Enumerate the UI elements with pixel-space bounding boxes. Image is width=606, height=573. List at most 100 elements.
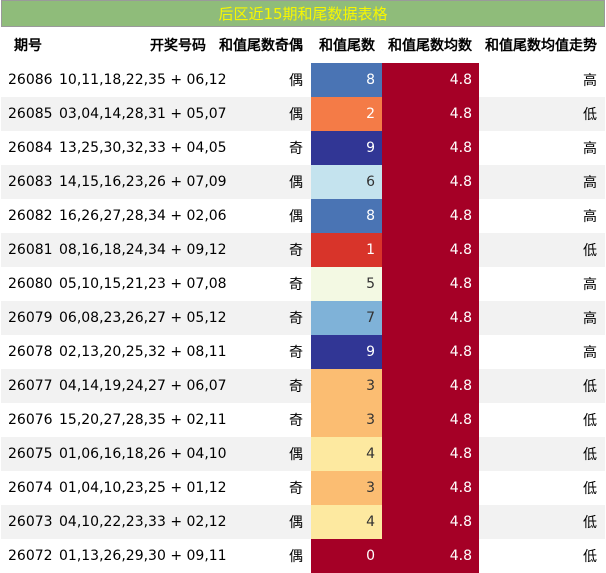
cell-period: 26076 [8,412,53,428]
table-row: 26076 15,20,27,28,35 + 02,11 奇 3 4.8 低 [1,403,605,437]
cell-average: 4.8 [382,97,479,131]
cell-period: 26082 [8,208,53,224]
data-table-container: 后区近15期和尾数据表格 期号 开奖号码 和值尾数奇偶 和值尾数 和值尾数均数 … [1,0,605,573]
cell-numbers: 14,15,16,23,26 + 07,09 [55,165,227,199]
cell-trend: 低 [479,97,605,131]
cell-numbers: 10,11,18,22,35 + 06,12 [59,72,227,88]
cell-average: 4.8 [382,471,479,505]
cell-period: 26080 [8,276,53,292]
table-row: 26079 06,08,23,26,27 + 05,12 奇 7 4.8 高 [1,301,605,335]
cell-digit: 5 [311,267,382,301]
cell-digit: 7 [311,301,382,335]
cell-digit: 2 [311,97,382,131]
cell-period: 26075 [1,437,55,471]
cell-numbers: 01,13,26,29,30 + 09,11 [59,548,227,564]
cell-trend: 低 [479,505,605,539]
table-row: 26086 10,11,18,22,35 + 06,12 偶 8 4.8 高 [1,63,605,97]
cell-numbers: 04,14,19,24,27 + 06,07 [55,369,227,403]
header-parity: 和值尾数奇偶 [219,38,303,54]
table-row: 26080 05,10,15,21,23 + 07,08 奇 5 4.8 高 [1,267,605,301]
cell-digit: 9 [311,335,382,369]
cell-trend: 高 [583,277,597,293]
cell-average: 4.8 [382,505,479,539]
table-row: 26084 13,25,30,32,33 + 04,05 奇 9 4.8 高 [1,131,605,165]
cell-period: 26086 [8,72,53,88]
cell-digit: 9 [311,131,382,165]
header-average: 和值尾数均数 [388,38,472,54]
cell-trend: 高 [583,209,597,225]
cell-digit: 3 [311,403,382,437]
cell-numbers: 03,04,14,28,31 + 05,07 [55,97,227,131]
header-trend: 和值尾数均值走势 [485,38,597,54]
cell-trend: 低 [479,233,605,267]
cell-numbers: 02,13,20,25,32 + 08,11 [59,344,227,360]
cell-trend: 低 [479,369,605,403]
cell-average: 4.8 [382,131,479,165]
cell-trend: 高 [583,73,597,89]
cell-period: 26074 [8,480,53,496]
cell-trend: 高 [479,165,605,199]
cell-trend: 高 [583,345,597,361]
cell-trend: 低 [583,481,597,497]
cell-trend: 高 [583,141,597,157]
cell-numbers: 05,10,15,21,23 + 07,08 [59,276,227,292]
cell-digit: 8 [311,199,382,233]
cell-period: 26081 [1,233,55,267]
header-numbers: 开奖号码 [150,38,206,54]
table-row: 26074 01,04,10,23,25 + 01,12 奇 3 4.8 低 [1,471,605,505]
cell-period: 26072 [8,548,53,564]
cell-numbers: 01,06,16,18,26 + 04,10 [55,437,227,471]
cell-period: 26073 [1,505,55,539]
cell-numbers: 06,08,23,26,27 + 05,12 [55,301,227,335]
cell-average: 4.8 [382,165,479,199]
cell-numbers: 13,25,30,32,33 + 04,05 [59,140,227,156]
table-row: 26073 04,10,22,23,33 + 02,12 偶 4 4.8 低 [1,505,605,539]
cell-trend: 低 [583,549,597,565]
cell-average: 4.8 [382,369,479,403]
cell-average: 4.8 [382,63,479,97]
cell-numbers: 16,26,27,28,34 + 02,06 [59,208,227,224]
cell-digit: 6 [311,165,382,199]
cell-digit: 8 [311,63,382,97]
table-row: 26082 16,26,27,28,34 + 02,06 偶 8 4.8 高 [1,199,605,233]
cell-average: 4.8 [382,437,479,471]
cell-period: 26077 [1,369,55,403]
cell-digit: 3 [311,369,382,403]
cell-numbers: 01,04,10,23,25 + 01,12 [59,480,227,496]
cell-period: 26079 [1,301,55,335]
cell-period: 26078 [8,344,53,360]
table-row: 26075 01,06,16,18,26 + 04,10 偶 4 4.8 低 [1,437,605,471]
cell-average: 4.8 [382,539,479,573]
cell-digit: 4 [311,505,382,539]
cell-average: 4.8 [382,199,479,233]
table-header-row: 期号 开奖号码 和值尾数奇偶 和值尾数 和值尾数均数 和值尾数均值走势 [1,27,605,63]
cell-digit: 3 [311,471,382,505]
table-title: 后区近15期和尾数据表格 [1,0,605,27]
table-row: 26081 08,16,18,24,34 + 09,12 奇 1 4.8 低 [1,233,605,267]
cell-period: 26084 [8,140,53,156]
cell-trend: 高 [479,301,605,335]
table-row: 26078 02,13,20,25,32 + 08,11 奇 9 4.8 高 [1,335,605,369]
cell-average: 4.8 [382,267,479,301]
cell-period: 26085 [1,97,55,131]
table-row: 26072 01,13,26,29,30 + 09,11 偶 0 4.8 低 [1,539,605,573]
table-row: 26077 04,14,19,24,27 + 06,07 奇 3 4.8 低 [1,369,605,403]
header-digit: 和值尾数 [319,38,375,54]
cell-digit: 0 [311,539,382,573]
cell-numbers: 08,16,18,24,34 + 09,12 [55,233,227,267]
cell-period: 26083 [1,165,55,199]
cell-digit: 1 [311,233,382,267]
cell-average: 4.8 [382,301,479,335]
cell-average: 4.8 [382,233,479,267]
cell-numbers: 04,10,22,23,33 + 02,12 [55,505,227,539]
data-table: 期号 开奖号码 和值尾数奇偶 和值尾数 和值尾数均数 和值尾数均值走势 2608… [1,27,605,573]
header-period: 期号 [14,38,42,54]
cell-digit: 4 [311,437,382,471]
table-row: 26083 14,15,16,23,26 + 07,09 偶 6 4.8 高 [1,165,605,199]
cell-trend: 低 [583,413,597,429]
table-body: 26086 10,11,18,22,35 + 06,12 偶 8 4.8 高 26085 03… [1,63,605,573]
cell-average: 4.8 [382,403,479,437]
cell-average: 4.8 [382,335,479,369]
table-row: 26085 03,04,14,28,31 + 05,07 偶 2 4.8 低 [1,97,605,131]
cell-numbers: 15,20,27,28,35 + 02,11 [59,412,227,428]
